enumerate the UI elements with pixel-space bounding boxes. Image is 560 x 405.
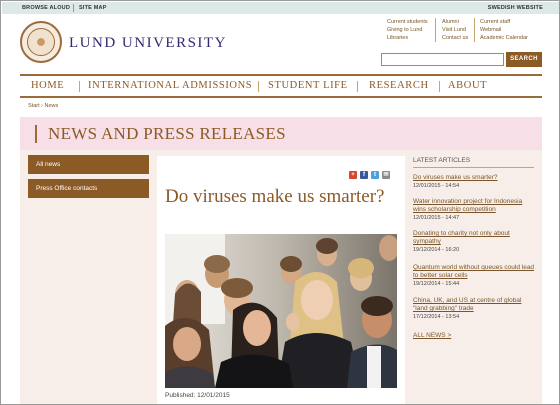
latest-article-item: China, UK, and US at centre of global "l… — [413, 297, 537, 320]
quick-link[interactable]: Giving to Lund — [387, 26, 428, 34]
main-nav: HOME INTERNATIONAL ADMISSIONS STUDENT LI… — [20, 80, 542, 94]
latest-article-date: 19/12/2014 - 16:20 — [413, 247, 460, 253]
quick-link[interactable]: Alumni — [442, 18, 468, 26]
nav-about[interactable]: ABOUT — [448, 80, 487, 91]
latest-article-date: 12/01/2015 - 14:54 — [413, 183, 460, 189]
quick-link[interactable]: Current staff — [480, 18, 528, 26]
email-icon[interactable]: ✉ — [382, 171, 390, 179]
nav-international-admissions[interactable]: INTERNATIONAL ADMISSIONS — [88, 80, 252, 91]
article-title: Do viruses make us smarter? — [165, 186, 385, 207]
quick-link[interactable]: Webmail — [480, 26, 528, 34]
sidebar-rule — [413, 167, 534, 168]
nav-rule-bottom — [20, 96, 542, 98]
latest-article-link[interactable]: Do viruses make us smarter? — [413, 174, 537, 182]
latest-articles-heading: LATEST ARTICLES — [413, 157, 471, 164]
page: BROWSE ALOUD SITE MAP SWEDISH WEBSITE LU… — [0, 0, 560, 405]
left-nav-all-news[interactable]: All news — [28, 155, 149, 174]
site-map-link[interactable]: SITE MAP — [79, 5, 107, 11]
all-news-link[interactable]: ALL NEWS > — [413, 332, 451, 339]
left-nav-press-office-contacts[interactable]: Press Office contacts — [28, 179, 149, 198]
latest-article-link[interactable]: Donating to charity not only about sympa… — [413, 230, 537, 246]
nav-divider — [357, 81, 358, 92]
google-plus-icon[interactable]: + — [349, 171, 357, 179]
nav-home[interactable]: HOME — [31, 80, 64, 91]
article-published-date: Published: 12/01/2015 — [165, 392, 230, 399]
nav-research[interactable]: RESEARCH — [369, 80, 429, 91]
latest-article-item: Quantum world without queues could lead … — [413, 264, 537, 287]
quick-links-divider — [435, 18, 436, 42]
breadcrumb[interactable]: Start › News — [28, 103, 58, 109]
quick-link[interactable]: Current students — [387, 18, 428, 26]
facebook-icon[interactable]: f — [360, 171, 368, 179]
latest-article-date: 12/01/2015 - 14:47 — [413, 215, 460, 221]
article-photo — [165, 234, 397, 388]
search-button[interactable]: SEARCH — [506, 52, 542, 67]
utility-divider — [73, 4, 74, 12]
quick-links-col-1: Current students Giving to Lund Librarie… — [387, 18, 428, 42]
quick-links-col-2: Alumni Visit Lund Contact us — [442, 18, 468, 42]
latest-article-link[interactable]: China, UK, and US at centre of global "l… — [413, 297, 537, 313]
latest-article-link[interactable]: Quantum world without queues could lead … — [413, 264, 537, 280]
twitter-icon[interactable]: t — [371, 171, 379, 179]
quick-link[interactable]: Academic Calendar — [480, 34, 528, 42]
chevron-right-icon: > — [447, 332, 452, 339]
latest-article-item: Water innovation project for Indonesia w… — [413, 198, 537, 221]
swedish-website-link[interactable]: SWEDISH WEBSITE — [488, 5, 543, 11]
utility-bar: BROWSE ALOUD SITE MAP SWEDISH WEBSITE — [2, 2, 559, 14]
latest-article-date: 17/12/2014 - 13:54 — [413, 314, 460, 320]
nav-rule-top — [20, 74, 542, 76]
all-news-label: ALL NEWS — [413, 332, 446, 339]
quick-links-col-3: Current staff Webmail Academic Calendar — [480, 18, 528, 42]
latest-article-link[interactable]: Water innovation project for Indonesia w… — [413, 198, 537, 214]
nav-student-life[interactable]: STUDENT LIFE — [268, 80, 348, 91]
banner-accent-bar — [35, 125, 37, 143]
nav-divider — [439, 81, 440, 92]
latest-article-date: 19/12/2014 - 15:44 — [413, 281, 460, 287]
nav-divider — [258, 81, 259, 92]
audience-photo-illustration — [165, 234, 397, 388]
page-banner: NEWS AND PRESS RELEASES — [20, 117, 542, 150]
latest-article-item: Do viruses make us smarter? 12/01/2015 -… — [413, 174, 537, 189]
quick-link[interactable]: Visit Lund — [442, 26, 468, 34]
nav-divider — [79, 81, 80, 92]
search-input[interactable] — [381, 53, 504, 66]
quick-link[interactable]: Libraries — [387, 34, 428, 42]
quick-links-divider — [474, 18, 475, 42]
quick-link[interactable]: Contact us — [442, 34, 468, 42]
page-title: NEWS AND PRESS RELEASES — [48, 124, 286, 143]
latest-article-item: Donating to charity not only about sympa… — [413, 230, 537, 253]
university-seal-logo[interactable] — [20, 21, 62, 63]
browse-aloud-link[interactable]: BROWSE ALOUD — [22, 5, 70, 11]
university-name[interactable]: LUND UNIVERSITY — [69, 35, 227, 52]
